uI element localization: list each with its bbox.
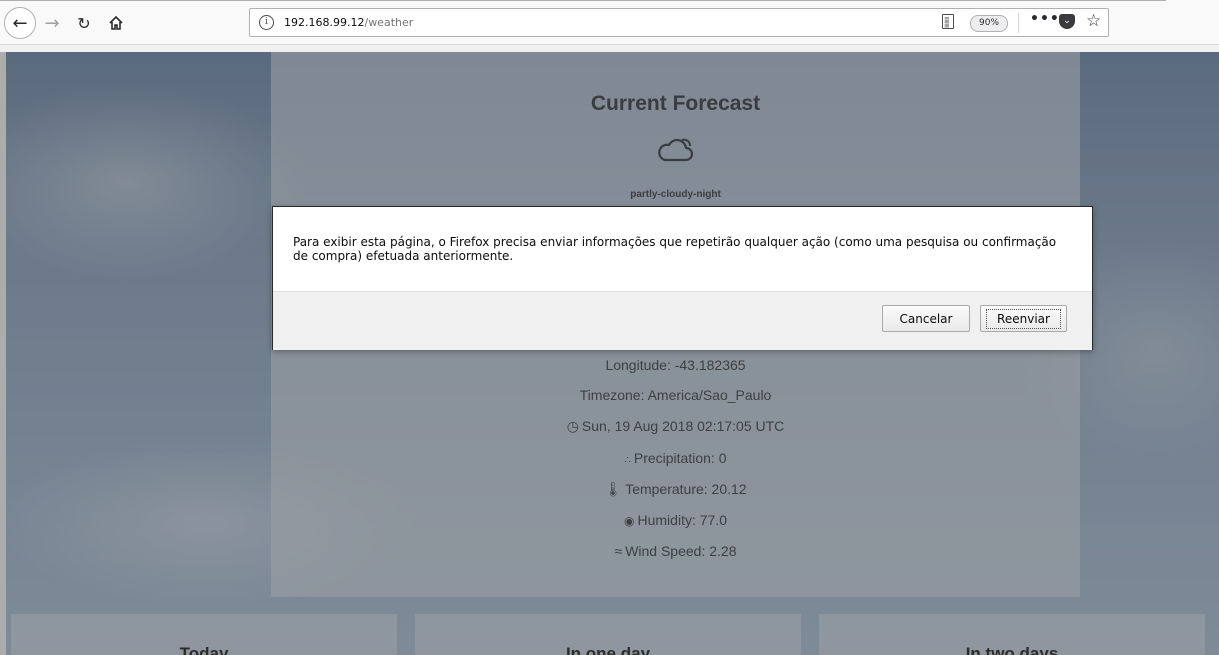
pocket-icon[interactable]: ⌄	[1059, 14, 1075, 29]
bookmark-star-icon[interactable]: ☆	[1086, 11, 1101, 31]
forward-arrow-icon: →	[44, 12, 60, 34]
zoom-indicator[interactable]: 90%	[970, 15, 1009, 32]
modal-overlay	[0, 52, 1219, 655]
reader-view-icon[interactable]: ≡ ≡ ≡	[942, 14, 954, 31]
cancel-button[interactable]: Cancelar	[882, 305, 970, 332]
resend-dialog: Para exibir esta página, o Firefox preci…	[272, 206, 1093, 350]
reload-button[interactable]: ↻	[69, 8, 99, 38]
url-text[interactable]: 192.168.99.12/weather	[284, 16, 413, 29]
back-button[interactable]: ←	[4, 7, 36, 39]
url-bar[interactable]: i 192.168.99.12/weather ≡ ≡ ≡ 90% ••• ⌄ ☆	[249, 8, 1109, 37]
home-button[interactable]	[101, 8, 131, 38]
reload-icon: ↻	[77, 13, 91, 33]
resend-button-label: Reenviar	[986, 308, 1061, 329]
url-path: /weather	[364, 16, 414, 29]
page-actions-icon[interactable]: •••	[1030, 11, 1060, 27]
urlbar-separator	[1018, 13, 1019, 33]
dialog-message: Para exibir esta página, o Firefox preci…	[293, 235, 1057, 263]
url-host: 192.168.99.12	[284, 16, 365, 29]
back-arrow-icon: ←	[12, 12, 28, 34]
forward-button[interactable]: →	[37, 8, 67, 38]
home-icon	[109, 15, 123, 30]
dialog-footer: Cancelar Reenviar	[273, 291, 1092, 350]
tab-strip-edge	[0, 0, 1166, 1]
site-info-icon[interactable]: i	[259, 15, 274, 30]
browser-toolbar: ← → ↻ i 192.168.99.12/weather ≡ ≡ ≡ 90% ••…	[0, 0, 1219, 45]
resend-button[interactable]: Reenviar	[980, 305, 1067, 332]
